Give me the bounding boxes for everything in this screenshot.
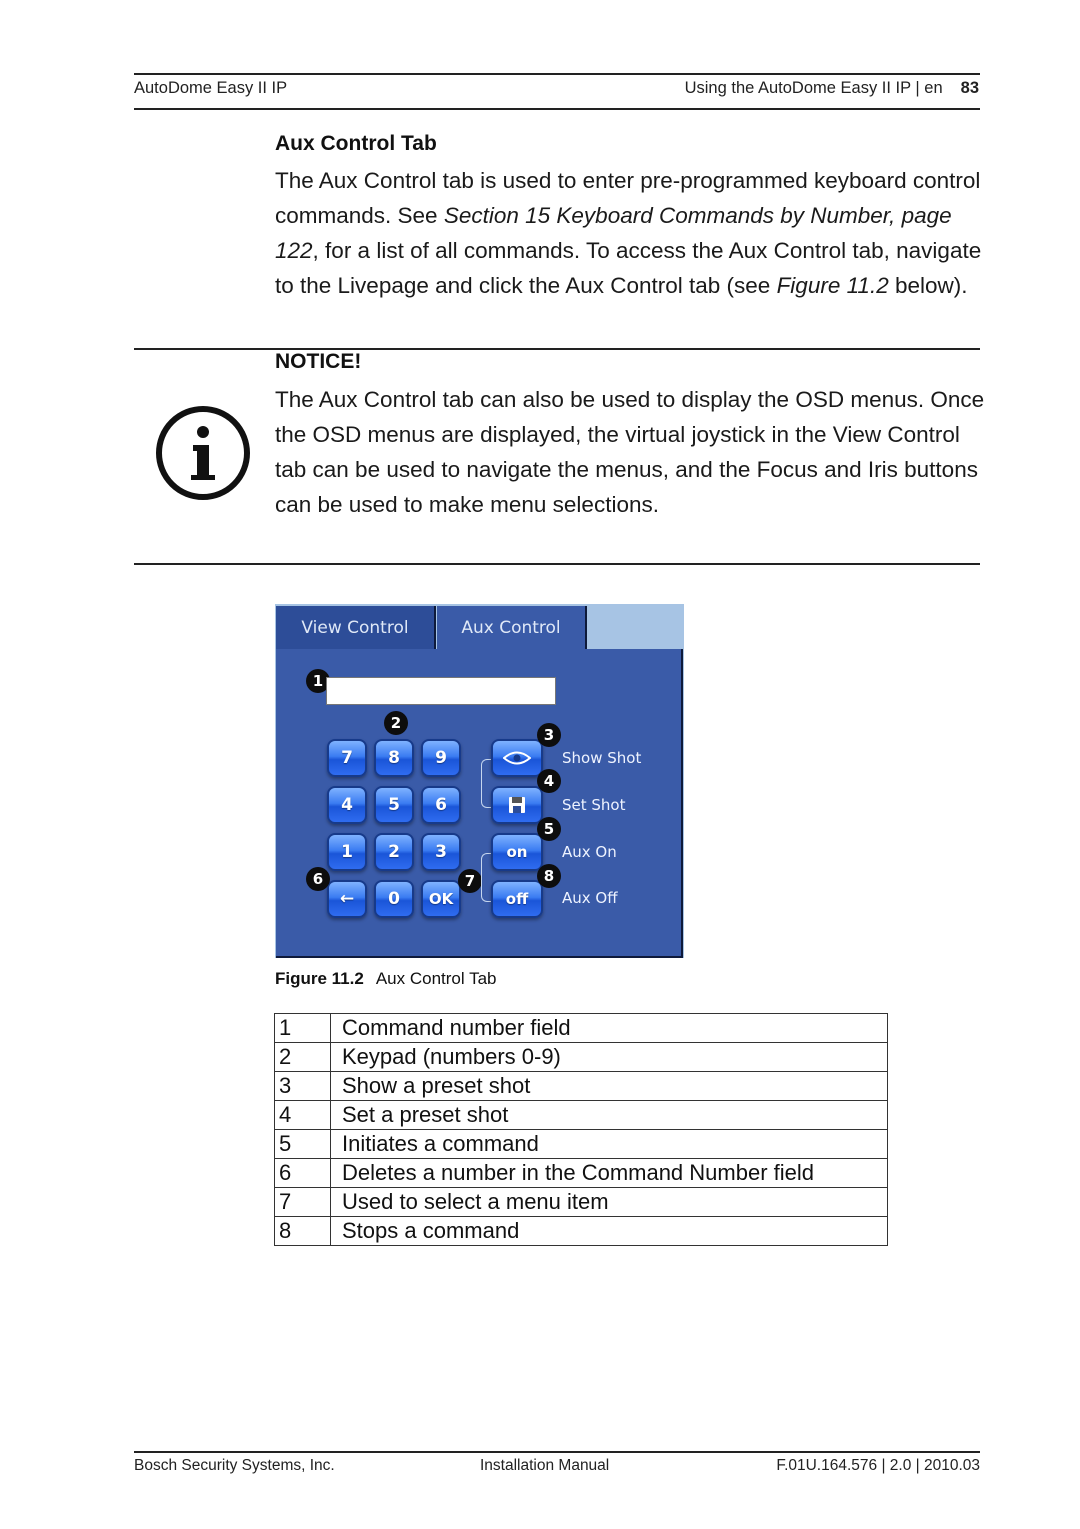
legend-row: 4 Set a preset shot [274,1100,888,1130]
notice-bottom-rule [134,563,980,565]
keypad-0-button[interactable]: 0 [374,880,414,918]
legend-row: 5 Initiates a command [274,1129,888,1159]
floppy-disk-icon [509,797,525,813]
keypad-2-button[interactable]: 2 [374,833,414,871]
legend-number: 2 [274,1042,331,1072]
legend-description: Initiates a command [330,1129,888,1159]
legend-number: 5 [274,1129,331,1159]
section-paragraph: The Aux Control tab is used to enter pre… [275,163,985,303]
info-icon [155,405,251,501]
tab-aux-control[interactable]: Aux Control [437,606,587,650]
aux-on-button[interactable]: on [491,833,543,871]
aux-off-button[interactable]: off [491,880,543,918]
para-text: below). [888,273,968,298]
callout-8: 8 [537,864,561,888]
ok-button[interactable]: OK [421,880,461,918]
figure-caption: Figure 11.2 Aux Control Tab [275,969,496,989]
footer-company: Bosch Security Systems, Inc. [134,1457,335,1474]
legend-description: Keypad (numbers 0-9) [330,1042,888,1072]
show-shot-label: Show Shot [562,749,642,767]
header-section: Using the AutoDome Easy II IP | en 83 [685,79,979,98]
legend-description: Set a preset shot [330,1100,888,1130]
show-shot-button[interactable] [491,739,543,777]
header-section-title: Using the AutoDome Easy II IP | en [684,79,943,97]
keypad-5-button[interactable]: 5 [374,786,414,824]
keypad-9-button[interactable]: 9 [421,739,461,777]
legend-number: 8 [274,1216,331,1246]
legend-description: Stops a command [330,1216,888,1246]
aux-off-label: Aux Off [562,889,618,907]
legend-number: 3 [274,1071,331,1101]
notice-title: NOTICE! [275,350,362,373]
header-product: AutoDome Easy II IP [134,79,288,97]
legend-row: 2 Keypad (numbers 0-9) [274,1042,888,1072]
backspace-button[interactable]: ← [327,880,367,918]
legend-description: Deletes a number in the Command Number f… [330,1158,888,1188]
legend-row: 1 Command number field [274,1013,888,1043]
callout-2: 2 [384,711,408,735]
tab-view-control[interactable]: View Control [276,606,436,650]
legend-description: Show a preset shot [330,1071,888,1101]
keypad-8-button[interactable]: 8 [374,739,414,777]
callout-3: 3 [537,723,561,747]
aux-control-panel: 1 2 7 8 9 4 5 6 1 2 3 ← 0 OK 6 7 on off … [276,649,683,958]
footer-rule [134,1451,980,1453]
legend-description: Used to select a menu item [330,1187,888,1217]
callout-4: 4 [537,769,561,793]
aux-on-label: Aux On [562,843,617,861]
callout-legend-table: 1 Command number field 2 Keypad (numbers 0-… [274,1013,888,1246]
eye-icon [503,751,531,765]
keypad-3-button[interactable]: 3 [421,833,461,871]
set-shot-label: Set Shot [562,796,626,814]
figure-caption-label: Figure 11.2 [275,969,364,988]
legend-number: 4 [274,1100,331,1130]
legend-row: 3 Show a preset shot [274,1071,888,1101]
legend-row: 8 Stops a command [274,1216,888,1246]
section-title: Aux Control Tab [275,132,437,155]
legend-description: Command number field [330,1013,888,1043]
keypad-4-button[interactable]: 4 [327,786,367,824]
notice-text: The Aux Control tab can also be used to … [275,387,985,517]
legend-row: 6 Deletes a number in the Command Number … [274,1158,888,1188]
notice-top-rule [134,348,980,350]
figure-reference-link[interactable]: Figure 11.2 [777,273,889,298]
footer-doc-type: Installation Manual [480,1457,610,1474]
keypad-7-button[interactable]: 7 [327,739,367,777]
legend-row: 7 Used to select a menu item [274,1187,888,1217]
set-shot-button[interactable] [491,786,543,824]
legend-number: 7 [274,1187,331,1217]
callout-6: 6 [306,867,330,891]
aux-control-figure: View Control Aux Control 1 2 7 8 9 4 5 6… [275,604,684,958]
page-number: 83 [960,79,979,97]
legend-number: 1 [274,1013,331,1043]
callout-5: 5 [537,817,561,841]
command-number-field[interactable] [326,677,556,705]
footer-doc-id: F.01U.164.576 | 2.0 | 2010.03 [776,1457,980,1474]
header-bottom-rule [134,108,980,110]
keypad-6-button[interactable]: 6 [421,786,461,824]
keypad-1-button[interactable]: 1 [327,833,367,871]
legend-number: 6 [274,1158,331,1188]
callout-7: 7 [458,869,482,893]
header-top-rule [134,73,980,75]
figure-caption-text: Aux Control Tab [375,969,497,988]
